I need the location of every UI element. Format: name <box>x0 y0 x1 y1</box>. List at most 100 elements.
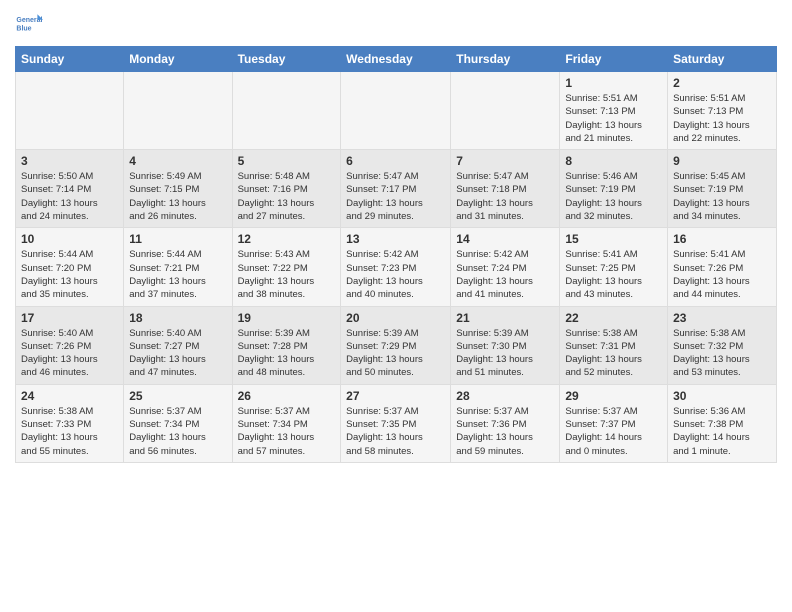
calendar-cell: 30 Sunrise: 5:36 AM Sunset: 7:38 PM Dayli… <box>668 384 777 462</box>
day-number: 10 <box>21 232 118 246</box>
day-info: Sunrise: 5:50 AM Sunset: 7:14 PM Dayligh… <box>21 170 118 223</box>
day-header-monday: Monday <box>124 47 232 72</box>
day-number: 20 <box>346 311 445 325</box>
day-info: Sunrise: 5:44 AM Sunset: 7:21 PM Dayligh… <box>129 248 226 301</box>
calendar-cell: 26 Sunrise: 5:37 AM Sunset: 7:34 PM Dayli… <box>232 384 341 462</box>
day-number: 24 <box>21 389 118 403</box>
day-number: 4 <box>129 154 226 168</box>
day-number: 19 <box>238 311 336 325</box>
day-number: 28 <box>456 389 554 403</box>
calendar-cell: 21 Sunrise: 5:39 AM Sunset: 7:30 PM Dayli… <box>451 306 560 384</box>
day-info: Sunrise: 5:36 AM Sunset: 7:38 PM Dayligh… <box>673 405 771 458</box>
day-number: 21 <box>456 311 554 325</box>
calendar-cell: 9Sunrise: 5:45 AM Sunset: 7:19 PM Daylig… <box>668 150 777 228</box>
day-info: Sunrise: 5:38 AM Sunset: 7:33 PM Dayligh… <box>21 405 118 458</box>
calendar-cell: 13 Sunrise: 5:42 AM Sunset: 7:23 PM Dayli… <box>341 228 451 306</box>
day-number: 12 <box>238 232 336 246</box>
day-number: 3 <box>21 154 118 168</box>
day-info: Sunrise: 5:39 AM Sunset: 7:29 PM Dayligh… <box>346 327 445 380</box>
calendar-cell: 16Sunrise: 5:41 AM Sunset: 7:26 PM Dayli… <box>668 228 777 306</box>
calendar-cell: 14 Sunrise: 5:42 AM Sunset: 7:24 PM Dayli… <box>451 228 560 306</box>
day-number: 29 <box>565 389 662 403</box>
day-header-sunday: Sunday <box>16 47 124 72</box>
calendar-cell: 23 Sunrise: 5:38 AM Sunset: 7:32 PM Dayli… <box>668 306 777 384</box>
day-info: Sunrise: 5:42 AM Sunset: 7:24 PM Dayligh… <box>456 248 554 301</box>
calendar-cell: 7 Sunrise: 5:47 AM Sunset: 7:18 PM Daylig… <box>451 150 560 228</box>
day-info: Sunrise: 5:43 AM Sunset: 7:22 PM Dayligh… <box>238 248 336 301</box>
day-info: Sunrise: 5:40 AM Sunset: 7:27 PM Dayligh… <box>129 327 226 380</box>
day-number: 23 <box>673 311 771 325</box>
day-info: Sunrise: 5:38 AM Sunset: 7:32 PM Dayligh… <box>673 327 771 380</box>
calendar-cell: 10 Sunrise: 5:44 AM Sunset: 7:20 PM Dayli… <box>16 228 124 306</box>
day-number: 5 <box>238 154 336 168</box>
calendar-cell: 2 Sunrise: 5:51 AM Sunset: 7:13 PM Daylig… <box>668 72 777 150</box>
calendar-cell: 4 Sunrise: 5:49 AM Sunset: 7:15 PM Daylig… <box>124 150 232 228</box>
day-info: Sunrise: 5:40 AM Sunset: 7:26 PM Dayligh… <box>21 327 118 380</box>
day-number: 17 <box>21 311 118 325</box>
day-number: 30 <box>673 389 771 403</box>
calendar-cell: 6 Sunrise: 5:47 AM Sunset: 7:17 PM Daylig… <box>341 150 451 228</box>
day-info: Sunrise: 5:48 AM Sunset: 7:16 PM Dayligh… <box>238 170 336 223</box>
svg-text:Blue: Blue <box>16 25 31 32</box>
calendar-cell <box>16 72 124 150</box>
calendar-cell: 12 Sunrise: 5:43 AM Sunset: 7:22 PM Dayli… <box>232 228 341 306</box>
day-info: Sunrise: 5:39 AM Sunset: 7:28 PM Dayligh… <box>238 327 336 380</box>
calendar-cell <box>451 72 560 150</box>
day-header-tuesday: Tuesday <box>232 47 341 72</box>
calendar-cell: 8 Sunrise: 5:46 AM Sunset: 7:19 PM Daylig… <box>560 150 668 228</box>
day-number: 15 <box>565 232 662 246</box>
day-header-friday: Friday <box>560 47 668 72</box>
calendar-cell: 15 Sunrise: 5:41 AM Sunset: 7:25 PM Dayli… <box>560 228 668 306</box>
day-info: Sunrise: 5:42 AM Sunset: 7:23 PM Dayligh… <box>346 248 445 301</box>
day-info: Sunrise: 5:51 AM Sunset: 7:13 PM Dayligh… <box>565 92 662 145</box>
week-row-1: 1Sunrise: 5:51 AM Sunset: 7:13 PM Daylig… <box>16 72 777 150</box>
day-info: Sunrise: 5:41 AM Sunset: 7:26 PM Dayligh… <box>673 248 771 301</box>
calendar-cell <box>124 72 232 150</box>
day-info: Sunrise: 5:37 AM Sunset: 7:34 PM Dayligh… <box>129 405 226 458</box>
calendar-cell: 24 Sunrise: 5:38 AM Sunset: 7:33 PM Dayli… <box>16 384 124 462</box>
day-info: Sunrise: 5:44 AM Sunset: 7:20 PM Dayligh… <box>21 248 118 301</box>
day-info: Sunrise: 5:41 AM Sunset: 7:25 PM Dayligh… <box>565 248 662 301</box>
calendar-cell: 5 Sunrise: 5:48 AM Sunset: 7:16 PM Daylig… <box>232 150 341 228</box>
day-info: Sunrise: 5:37 AM Sunset: 7:37 PM Dayligh… <box>565 405 662 458</box>
day-info: Sunrise: 5:37 AM Sunset: 7:34 PM Dayligh… <box>238 405 336 458</box>
week-row-3: 10 Sunrise: 5:44 AM Sunset: 7:20 PM Dayli… <box>16 228 777 306</box>
calendar-cell: 29 Sunrise: 5:37 AM Sunset: 7:37 PM Dayli… <box>560 384 668 462</box>
week-row-4: 17 Sunrise: 5:40 AM Sunset: 7:26 PM Dayli… <box>16 306 777 384</box>
day-info: Sunrise: 5:37 AM Sunset: 7:36 PM Dayligh… <box>456 405 554 458</box>
day-number: 27 <box>346 389 445 403</box>
calendar-cell: 28 Sunrise: 5:37 AM Sunset: 7:36 PM Dayli… <box>451 384 560 462</box>
day-number: 14 <box>456 232 554 246</box>
day-info: Sunrise: 5:39 AM Sunset: 7:30 PM Dayligh… <box>456 327 554 380</box>
calendar-cell <box>341 72 451 150</box>
day-header-saturday: Saturday <box>668 47 777 72</box>
day-info: Sunrise: 5:51 AM Sunset: 7:13 PM Dayligh… <box>673 92 771 145</box>
header: General Blue <box>15 10 777 38</box>
week-row-2: 3 Sunrise: 5:50 AM Sunset: 7:14 PM Daylig… <box>16 150 777 228</box>
day-number: 7 <box>456 154 554 168</box>
page: General Blue SundayMondayTuesdayWednesda… <box>0 0 792 478</box>
day-number: 22 <box>565 311 662 325</box>
day-info: Sunrise: 5:38 AM Sunset: 7:31 PM Dayligh… <box>565 327 662 380</box>
day-number: 8 <box>565 154 662 168</box>
day-info: Sunrise: 5:49 AM Sunset: 7:15 PM Dayligh… <box>129 170 226 223</box>
day-info: Sunrise: 5:47 AM Sunset: 7:17 PM Dayligh… <box>346 170 445 223</box>
day-number: 13 <box>346 232 445 246</box>
calendar-cell: 22 Sunrise: 5:38 AM Sunset: 7:31 PM Dayli… <box>560 306 668 384</box>
day-info: Sunrise: 5:46 AM Sunset: 7:19 PM Dayligh… <box>565 170 662 223</box>
day-number: 2 <box>673 76 771 90</box>
calendar-cell: 1Sunrise: 5:51 AM Sunset: 7:13 PM Daylig… <box>560 72 668 150</box>
calendar-cell: 19 Sunrise: 5:39 AM Sunset: 7:28 PM Dayli… <box>232 306 341 384</box>
calendar-cell: 20 Sunrise: 5:39 AM Sunset: 7:29 PM Dayli… <box>341 306 451 384</box>
day-number: 18 <box>129 311 226 325</box>
header-row: SundayMondayTuesdayWednesdayThursdayFrid… <box>16 47 777 72</box>
week-row-5: 24 Sunrise: 5:38 AM Sunset: 7:33 PM Dayli… <box>16 384 777 462</box>
day-number: 6 <box>346 154 445 168</box>
day-number: 11 <box>129 232 226 246</box>
calendar-cell <box>232 72 341 150</box>
day-info: Sunrise: 5:45 AM Sunset: 7:19 PM Dayligh… <box>673 170 771 223</box>
calendar-table: SundayMondayTuesdayWednesdayThursdayFrid… <box>15 46 777 463</box>
day-info: Sunrise: 5:47 AM Sunset: 7:18 PM Dayligh… <box>456 170 554 223</box>
logo: General Blue <box>15 10 47 38</box>
day-number: 26 <box>238 389 336 403</box>
